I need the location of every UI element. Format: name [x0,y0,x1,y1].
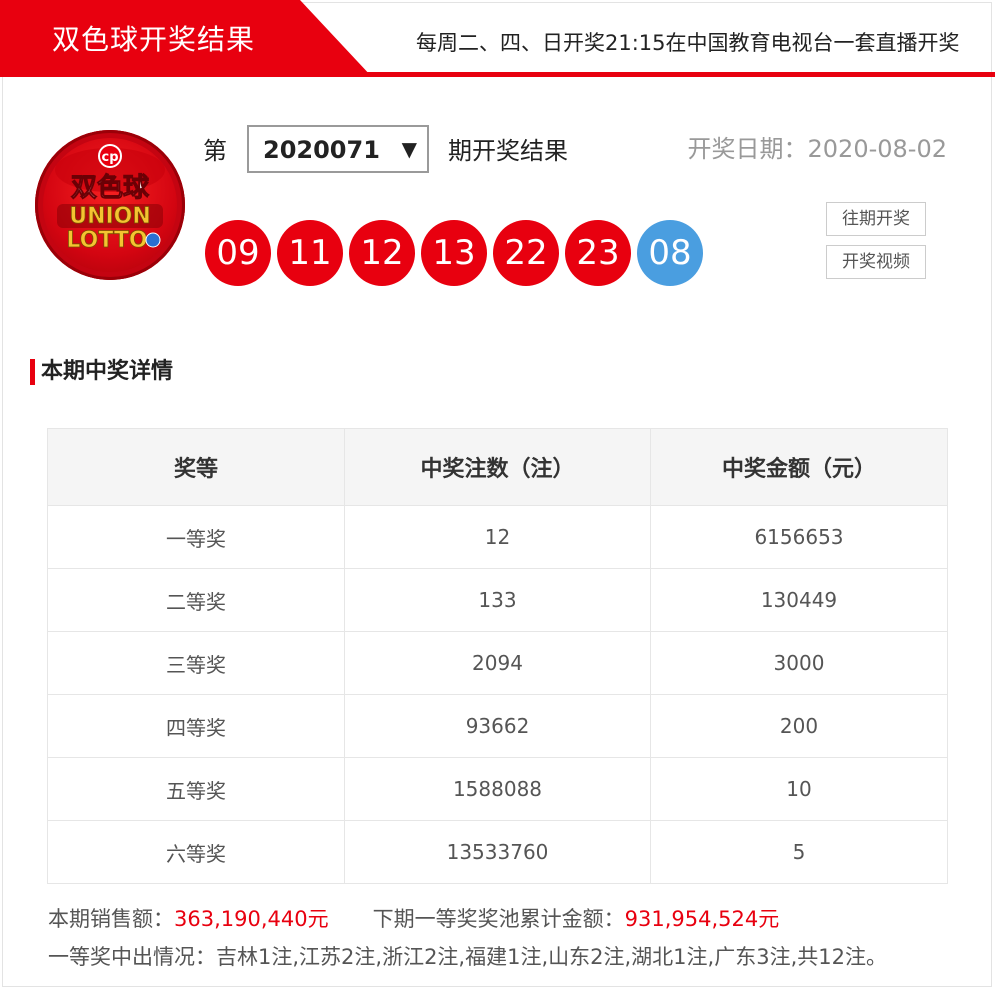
prize-level: 六等奖 [47,820,345,884]
prize-amount: 6156653 [650,505,948,569]
page-title: 双色球开奖结果 [52,23,256,56]
union-lotto-logo: cp 双色球 UNION LOTTO [35,130,185,280]
prize-level: 五等奖 [47,757,345,821]
logo-line1: 双色球 [71,172,150,203]
section-title: 本期中奖详情 [41,359,174,384]
red-ball: 23 [565,220,631,286]
table-row: 五等奖 1588088 10 [47,757,948,821]
winner-count: 93662 [344,694,651,758]
sales-summary: 本期销售额：363,190,440元 下期一等奖奖池累计金额：931,954,52… [48,902,779,936]
column-header: 中奖注数（注） [344,428,651,506]
red-ball: 12 [349,220,415,286]
period-prefix: 第 [203,137,227,165]
period-select-value: 2020071 [263,136,380,164]
blue-ball: 08 [637,220,703,286]
draw-date: 开奖日期：2020-08-02 [687,135,947,163]
sales-value: 363,190,440元 [174,907,329,931]
pool-value: 931,954,524元 [624,907,780,931]
logo-line2: UNION [69,204,151,229]
prize-amount: 10 [650,757,948,821]
table-row: 六等奖 13533760 5 [47,820,948,884]
winner-count: 133 [344,568,651,632]
schedule-note: 每周二、四、日开奖21:15在中国教育电视台一套直播开奖 [416,31,960,55]
red-ball: 11 [277,220,343,286]
chevron-down-icon: ▼ [401,137,417,161]
prize-table: 奖等 中奖注数（注） 中奖金额（元） 一等奖 12 6156653 二等奖 13… [47,428,948,884]
prize-level: 一等奖 [47,505,345,569]
prize-amount: 200 [650,694,948,758]
header: 双色球开奖结果 每周二、四、日开奖21:15在中国教育电视台一套直播开奖 [0,0,995,78]
section-marker [30,359,35,385]
prize-level: 四等奖 [47,694,345,758]
period-suffix: 期开奖结果 [448,137,568,165]
logo-graphic: cp 双色球 UNION LOTTO [55,144,165,253]
logo-line3: LOTTO [66,228,147,253]
winner-count: 2094 [344,631,651,695]
winner-count: 1588088 [344,757,651,821]
column-header: 中奖金额（元） [650,428,948,506]
table-row: 二等奖 133 130449 [47,568,948,632]
pool-label: 下期一等奖奖池累计金额： [372,907,625,931]
prize-level: 二等奖 [47,568,345,632]
prize-amount: 3000 [650,631,948,695]
table-row: 一等奖 12 6156653 [47,505,948,569]
red-ball: 22 [493,220,559,286]
winner-count: 13533760 [344,820,651,884]
prize-amount: 130449 [650,568,948,632]
svg-text:cp: cp [101,150,118,165]
table-row: 四等奖 93662 200 [47,694,948,758]
prize-level: 三等奖 [47,631,345,695]
period-select[interactable]: 2020071 ▼ [247,125,429,173]
column-header: 奖等 [47,428,345,506]
history-draws-button[interactable]: 往期开奖 [826,202,926,236]
draw-video-button[interactable]: 开奖视频 [826,245,926,279]
table-row: 三等奖 2094 3000 [47,631,948,695]
sales-label: 本期销售额： [48,907,174,931]
header-underline [0,72,995,77]
table-header-row: 奖等 中奖注数（注） 中奖金额（元） [47,428,948,506]
red-ball: 09 [205,220,271,286]
prize-amount: 5 [650,820,948,884]
first-prize-distribution: 一等奖中出情况：吉林1注,江苏2注,浙江2注,福建1注,山东2注,湖北1注,广东… [48,945,887,969]
winner-count: 12 [344,505,651,569]
red-ball: 13 [421,220,487,286]
